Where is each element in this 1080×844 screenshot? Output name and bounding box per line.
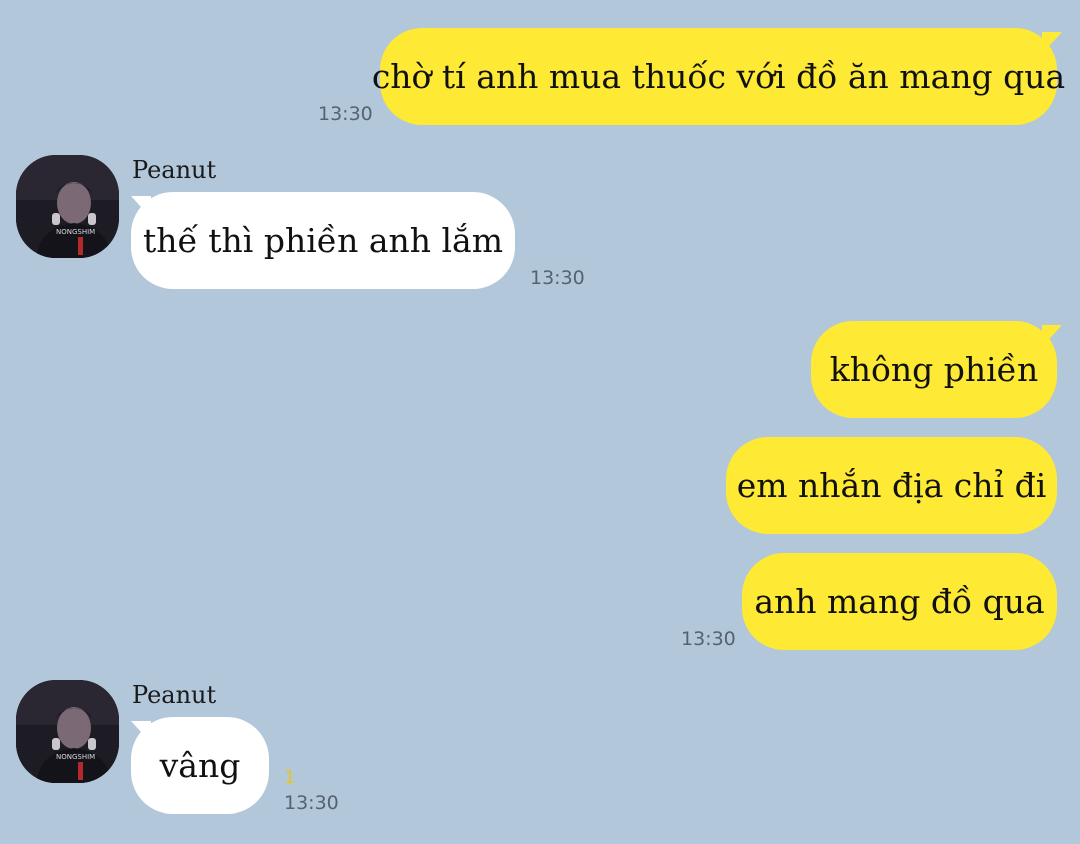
message-bubble-outgoing[interactable]: anh mang đồ qua xyxy=(742,553,1057,650)
message-text: em nhắn địa chỉ đi xyxy=(736,466,1047,505)
avatar[interactable]: NONGSHIM xyxy=(16,155,119,258)
message-timestamp: 13:30 xyxy=(318,103,373,125)
message-bubble-incoming[interactable]: thế thì phiền anh lắm xyxy=(131,192,515,289)
sender-name: Peanut xyxy=(132,156,217,184)
person-avatar-icon: NONGSHIM xyxy=(16,680,119,783)
person-avatar-icon: NONGSHIM xyxy=(16,155,119,258)
message-text: vâng xyxy=(159,746,241,785)
bubble-tail xyxy=(1042,32,1062,54)
message-bubble-outgoing[interactable]: em nhắn địa chỉ đi xyxy=(726,437,1057,534)
sender-name: Peanut xyxy=(132,681,217,709)
message-timestamp: 13:30 xyxy=(681,628,736,650)
avatar-jersey-text: NONGSHIM xyxy=(56,753,95,761)
message-text: anh mang đồ qua xyxy=(754,582,1045,621)
message-text: không phiền xyxy=(829,350,1039,389)
message-bubble-outgoing[interactable]: không phiền xyxy=(811,321,1057,418)
bubble-tail xyxy=(131,721,151,743)
avatar[interactable]: NONGSHIM xyxy=(16,680,119,783)
message-text: chờ tí anh mua thuốc với đồ ăn mang qua xyxy=(371,57,1066,96)
bubble-tail xyxy=(131,196,151,218)
message-bubble-outgoing[interactable]: chờ tí anh mua thuốc với đồ ăn mang qua xyxy=(372,28,1065,125)
bubble-tail xyxy=(1042,325,1062,347)
avatar-jersey-text: NONGSHIM xyxy=(56,228,95,236)
message-timestamp: 13:30 xyxy=(284,792,339,814)
message-timestamp: 13:30 xyxy=(530,267,585,289)
unread-count-badge: 1 xyxy=(284,767,296,788)
message-text: thế thì phiền anh lắm xyxy=(142,221,504,260)
message-bubble-incoming[interactable]: vâng xyxy=(131,717,269,814)
